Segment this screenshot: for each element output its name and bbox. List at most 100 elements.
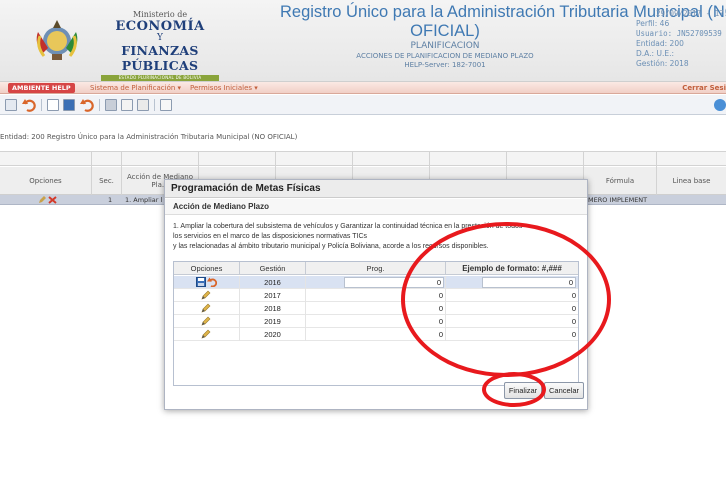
grid-filter-cell	[122, 152, 199, 167]
table-row[interactable]: 2020 0 0	[174, 328, 578, 341]
pencil-icon[interactable]	[201, 316, 212, 326]
system-title: Registro Único para la Administración Tr…	[280, 3, 726, 70]
pencil-icon[interactable]	[201, 290, 212, 300]
finalizar-button[interactable]: Finalizar	[504, 382, 542, 399]
logout-link[interactable]: Cerrar Sesi	[682, 82, 726, 94]
grid-filter-cell	[0, 152, 92, 167]
row-prog: 0	[306, 302, 446, 315]
description-line: 1. Ampliar la cobertura del subsistema d…	[173, 223, 523, 230]
dialog-title[interactable]: Programación de Metas Físicas	[165, 180, 587, 198]
col-gestion: Gestión	[240, 262, 306, 275]
prog-input[interactable]: 0	[344, 277, 444, 288]
title-line2: OFICIAL)	[410, 22, 480, 40]
grid-filter-cell	[276, 152, 353, 167]
menu-sistema-planificacion[interactable]: Sistema de Planificación ▾	[90, 82, 181, 94]
row-ejemplo: 0	[571, 291, 576, 300]
row-gestion: 2019	[240, 315, 306, 328]
col-opciones: Opciones	[174, 262, 240, 275]
col-formula[interactable]: Fórmula	[584, 167, 657, 195]
row-actions	[174, 328, 240, 341]
ministry-small: Ministerio de	[132, 10, 188, 19]
refresh-icon[interactable]	[80, 98, 94, 112]
help-server: HELP-Server: 182-7001	[404, 61, 486, 69]
module-name: PLANIFICACION	[410, 41, 480, 51]
title-line1: Registro Único para la Administración Tr…	[280, 3, 726, 21]
window-icon[interactable]	[160, 99, 172, 111]
row-ejemplo: 0	[571, 330, 576, 339]
environment-badge[interactable]: AMBIENTE HELP	[8, 83, 75, 93]
ejemplo-cell: 0	[446, 276, 578, 289]
row-gestion: 2018	[240, 302, 306, 315]
col-sec[interactable]: Sec.	[92, 167, 122, 195]
grid-filter-cell	[92, 152, 122, 167]
table-row[interactable]: 2016 0 0	[174, 276, 578, 289]
description-line: los servicios en el marco de las disposi…	[173, 233, 368, 240]
metas-fisicas-dialog: Programación de Metas Físicas Acción de …	[164, 179, 588, 410]
save-icon[interactable]	[196, 277, 206, 287]
row-actions	[174, 289, 240, 302]
col-linea-base[interactable]: Linea base	[657, 167, 726, 195]
session-info: 29/09/2017 - 17:41 Perfil: 46 Usuario: J…	[636, 9, 726, 69]
list-icon[interactable]	[5, 99, 17, 111]
ministry-line1: ECONOMÍA	[115, 19, 205, 34]
help-icon[interactable]	[714, 99, 726, 111]
session-gestion: Gestión: 2018	[636, 59, 689, 68]
grid-filter-cell	[353, 152, 430, 167]
new-doc-icon[interactable]	[47, 99, 59, 111]
session-perfil: Perfil: 46	[636, 19, 670, 28]
col-opciones[interactable]: Opciones	[0, 167, 92, 195]
toolbar-separator	[41, 99, 42, 111]
page: Ministerio de ECONOMÍA Y FINANZAS PÚBLIC…	[0, 0, 726, 477]
toolbar-separator	[154, 99, 155, 111]
row-actions	[174, 302, 240, 315]
row-gestion: 2016	[240, 276, 306, 289]
row-actions	[174, 276, 240, 289]
table-row[interactable]: 2017 0 0	[174, 289, 578, 302]
row-prog: 0	[306, 315, 446, 328]
ministry-logo: Ministerio de ECONOMÍA Y FINANZAS PÚBLIC…	[95, 10, 225, 81]
action-description: 1. Ampliar la cobertura del subsistema d…	[173, 222, 581, 252]
row-accion: 1. Ampliar l	[125, 196, 163, 204]
entity-label: Entidad: 200 Registro Único para la Admi…	[0, 133, 298, 141]
metas-table: Opciones Gestión Prog. Ejemplo de format…	[173, 261, 579, 386]
table-row[interactable]: 2018 0 0	[174, 302, 578, 315]
delete-icon[interactable]	[48, 196, 57, 204]
row-prog: 0	[306, 289, 446, 302]
export-icon[interactable]	[137, 99, 149, 111]
row-formula: MERO IMPLEMENT	[588, 196, 648, 204]
preview-icon[interactable]	[121, 99, 133, 111]
grid-filter-cell	[430, 152, 507, 167]
pencil-icon[interactable]	[201, 329, 212, 339]
session-da-ue: D.A.: U.E.:	[636, 49, 674, 58]
row-actions	[174, 315, 240, 328]
row-gestion: 2020	[240, 328, 306, 341]
submodule-name: ACCIONES DE PLANIFICACION DE MEDIANO PLA…	[356, 52, 534, 60]
print-icon[interactable]	[105, 99, 117, 111]
ministry-line2: FINANZAS PÚBLICAS	[121, 43, 199, 73]
table-row[interactable]: 2019 0 0	[174, 315, 578, 328]
undo-icon[interactable]	[207, 277, 217, 287]
ministry-bar: ESTADO PLURINACIONAL DE BOLIVIA	[101, 75, 219, 81]
row-ejemplo: 0	[571, 304, 576, 313]
toolbar	[0, 95, 726, 115]
session-datetime: 29/09/2017 - 17:41	[656, 9, 726, 18]
session-usuario: Usuario: JN52709539	[636, 29, 722, 38]
col-ejemplo-formato: Ejemplo de formato: #,###	[462, 264, 562, 273]
pencil-icon[interactable]	[201, 303, 212, 313]
menu-permisos-iniciales[interactable]: Permisos Iniciales ▾	[190, 82, 258, 94]
row-sec: 1	[108, 196, 113, 204]
dialog-subtitle: Acción de Mediano Plazo	[165, 199, 587, 215]
cancelar-button[interactable]: Cancelar	[544, 382, 584, 399]
toolbar-separator	[99, 99, 100, 111]
grid-filter-cell	[584, 152, 657, 167]
grid-filter-row	[0, 151, 726, 167]
grid-filter-cell	[507, 152, 584, 167]
undo-icon[interactable]	[22, 98, 36, 112]
save-icon[interactable]	[63, 99, 75, 111]
ministry-y: Y	[157, 33, 163, 43]
coat-of-arms-logo	[36, 20, 78, 60]
row-prog: 0	[306, 328, 446, 341]
ejemplo-input[interactable]: 0	[482, 277, 576, 288]
edit-icon[interactable]	[38, 196, 47, 204]
description-line: y las relacionadas al ámbito tributario …	[173, 243, 489, 250]
